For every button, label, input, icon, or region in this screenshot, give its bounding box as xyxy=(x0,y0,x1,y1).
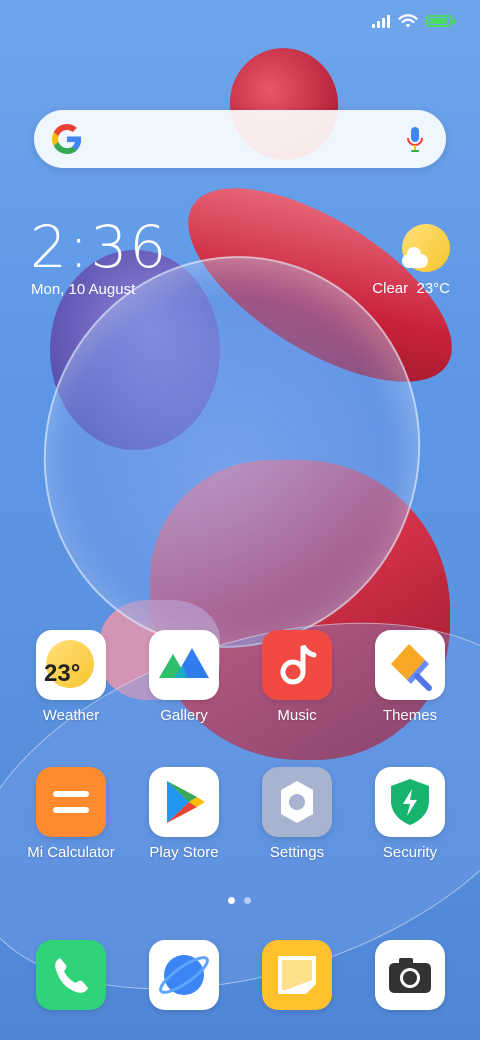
calculator-icon xyxy=(36,767,106,837)
settings-icon xyxy=(262,767,332,837)
status-bar xyxy=(372,10,455,32)
signal-icon xyxy=(372,14,390,28)
weather-icon: 23° xyxy=(36,630,106,700)
app-label: Music xyxy=(277,707,317,724)
wifi-icon xyxy=(398,14,418,28)
app-settings[interactable]: Settings xyxy=(242,767,352,861)
weather-app-temp: 23° xyxy=(44,660,81,687)
clock-time[interactable]: 2:36 xyxy=(30,218,168,276)
dock-messages[interactable] xyxy=(242,940,352,1010)
microphone-icon[interactable] xyxy=(406,126,424,154)
dock-browser[interactable] xyxy=(129,940,239,1010)
app-label: Play Store xyxy=(149,844,219,861)
google-g-icon xyxy=(52,124,82,154)
security-icon xyxy=(375,767,445,837)
phone-icon xyxy=(36,940,106,1010)
app-play-store[interactable]: Play Store xyxy=(129,767,239,861)
google-search-bar[interactable] xyxy=(34,110,446,168)
app-label: Weather xyxy=(42,707,100,724)
weather-condition: Clear xyxy=(372,280,409,297)
app-label: Mi Calculator xyxy=(27,844,115,861)
app-mi-calculator[interactable]: Mi Calculator xyxy=(16,767,126,861)
app-security[interactable]: Security xyxy=(355,767,465,861)
gallery-icon xyxy=(149,630,219,700)
clock-date[interactable]: Mon, 10 August xyxy=(31,281,135,298)
play-store-icon xyxy=(149,767,219,837)
page-dot[interactable] xyxy=(244,897,251,904)
app-label: Themes xyxy=(382,707,438,724)
battery-icon xyxy=(426,15,455,27)
page-dot[interactable] xyxy=(228,897,235,904)
page-indicator[interactable] xyxy=(228,897,251,904)
camera-icon xyxy=(375,940,445,1010)
app-label: Settings xyxy=(269,844,325,861)
dock-phone[interactable] xyxy=(16,940,126,1010)
app-label: Gallery xyxy=(160,707,208,724)
app-weather[interactable]: 23° Weather xyxy=(16,630,126,724)
app-music[interactable]: Music xyxy=(242,630,352,724)
app-themes[interactable]: Themes xyxy=(355,630,465,724)
app-label: Security xyxy=(382,844,438,861)
themes-icon xyxy=(375,630,445,700)
browser-icon xyxy=(149,940,219,1010)
messages-icon xyxy=(262,940,332,1010)
weather-temperature: 23°C xyxy=(416,280,450,297)
music-icon xyxy=(262,630,332,700)
app-gallery[interactable]: Gallery xyxy=(129,630,239,724)
dock-camera[interactable] xyxy=(355,940,465,1010)
